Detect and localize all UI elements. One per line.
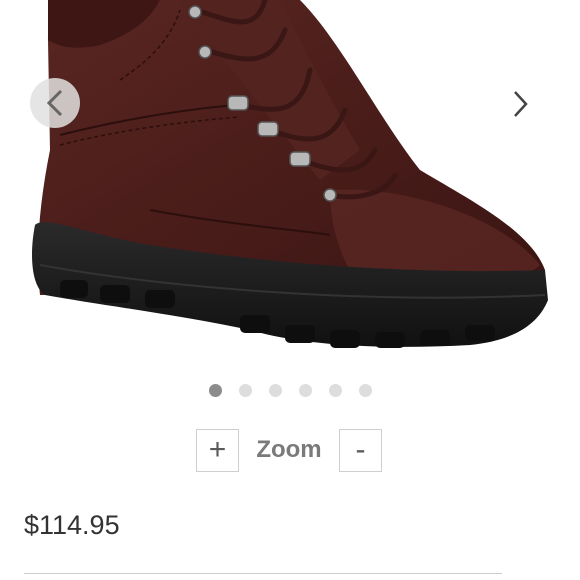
carousel-dot-3[interactable]: [268, 383, 282, 397]
product-price: $114.95: [24, 510, 120, 540]
carousel-dot-2[interactable]: [238, 383, 252, 397]
carousel-pagination: [0, 382, 580, 398]
carousel-dot-1[interactable]: [208, 383, 222, 397]
chevron-left-icon: [46, 89, 63, 117]
product-image-viewer: [0, 0, 580, 375]
zoom-label: Zoom: [256, 436, 322, 463]
product-image[interactable]: [0, 0, 580, 375]
zoom-controls: + Zoom -: [196, 427, 382, 473]
carousel-dot-6[interactable]: [358, 383, 372, 397]
chevron-right-icon: [514, 91, 528, 117]
divider: [24, 573, 502, 574]
carousel-dot-4[interactable]: [298, 383, 312, 397]
previous-image-button[interactable]: [30, 78, 80, 128]
zoom-out-button[interactable]: -: [339, 428, 382, 472]
zoom-in-button[interactable]: +: [196, 428, 239, 472]
next-image-button[interactable]: [500, 82, 540, 126]
carousel-dot-5[interactable]: [328, 383, 342, 397]
